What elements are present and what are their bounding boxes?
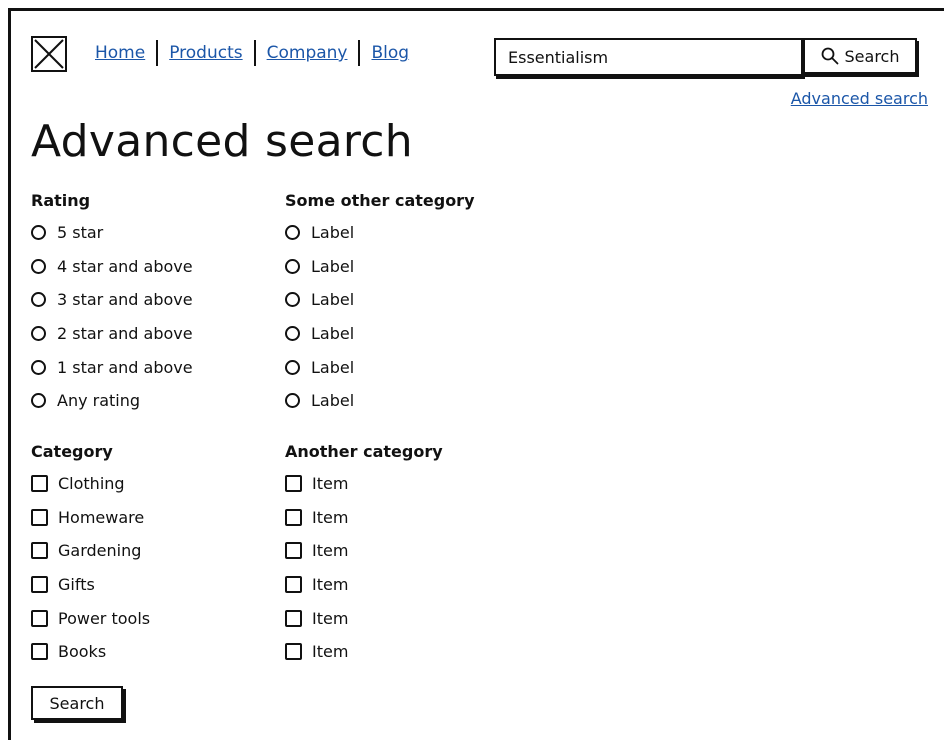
another-category-option-label: Item: [312, 642, 349, 662]
category-title: Category: [31, 442, 113, 461]
submit-search-button[interactable]: Search: [31, 686, 123, 720]
radio-empty-icon[interactable]: [285, 326, 300, 342]
nav-link-company[interactable]: Company: [267, 43, 348, 63]
other-category-title: Some other category: [285, 191, 475, 210]
other-category-option-label: Label: [311, 357, 355, 377]
category-option[interactable]: Power tools: [31, 601, 271, 635]
rating-option-label: 2 star and above: [57, 324, 193, 344]
another-category-title: Another category: [285, 442, 443, 461]
rating-option-label: 3 star and above: [57, 290, 193, 310]
another-category-option[interactable]: Item: [285, 601, 545, 635]
other-category-option-label: Label: [311, 223, 355, 243]
nav-separator: [358, 40, 361, 66]
radio-empty-icon[interactable]: [285, 359, 300, 375]
other-category-option[interactable]: Label: [285, 350, 545, 384]
other-category-option-label: Label: [311, 290, 355, 310]
other-category-option-label: Label: [311, 391, 355, 411]
radio-empty-icon[interactable]: [285, 393, 300, 409]
another-category-option-label: Item: [312, 608, 349, 628]
radio-empty-icon[interactable]: [31, 225, 46, 241]
category-option-label: Clothing: [58, 474, 125, 494]
radio-empty-icon[interactable]: [31, 393, 46, 409]
radio-empty-icon[interactable]: [31, 359, 46, 375]
advanced-search-link[interactable]: Advanced search: [791, 89, 928, 108]
checkbox-empty-icon[interactable]: [31, 643, 48, 661]
other-category-option-label: Label: [311, 256, 355, 276]
nav-link-home[interactable]: Home: [95, 43, 145, 63]
checkbox-empty-icon[interactable]: [31, 576, 48, 594]
other-category-group: Some other category Label Label Label La…: [285, 186, 545, 418]
another-category-option[interactable]: Item: [285, 467, 545, 501]
checkbox-empty-icon[interactable]: [31, 508, 48, 526]
search-button[interactable]: Search: [803, 38, 917, 74]
checkbox-empty-icon[interactable]: [31, 475, 48, 493]
radio-empty-icon[interactable]: [31, 258, 46, 274]
another-category-option[interactable]: Item: [285, 534, 545, 568]
category-option[interactable]: Gardening: [31, 534, 271, 568]
checkbox-empty-icon[interactable]: [285, 542, 302, 560]
checkbox-empty-icon[interactable]: [285, 609, 302, 627]
rating-option[interactable]: 5 star: [31, 216, 271, 250]
rating-option-label: 1 star and above: [57, 357, 193, 377]
rating-option-label: 4 star and above: [57, 256, 193, 276]
search-input[interactable]: [494, 38, 803, 76]
another-category-option-label: Item: [312, 541, 349, 561]
category-option[interactable]: Clothing: [31, 467, 271, 501]
checkbox-empty-icon[interactable]: [285, 576, 302, 594]
checkbox-empty-icon[interactable]: [285, 475, 302, 493]
another-category-option[interactable]: Item: [285, 501, 545, 535]
rating-option[interactable]: 4 star and above: [31, 250, 271, 284]
radio-empty-icon[interactable]: [31, 326, 46, 342]
category-option[interactable]: Homeware: [31, 501, 271, 535]
checkbox-empty-icon[interactable]: [31, 609, 48, 627]
radio-empty-icon[interactable]: [285, 292, 300, 308]
category-option-label: Gardening: [58, 541, 142, 561]
checkbox-empty-icon[interactable]: [285, 643, 302, 661]
category-option-label: Gifts: [58, 575, 95, 595]
other-category-option[interactable]: Label: [285, 283, 545, 317]
radio-empty-icon[interactable]: [285, 258, 300, 274]
rating-group: Rating 5 star 4 star and above 3 star an…: [31, 186, 271, 418]
radio-empty-icon[interactable]: [285, 225, 300, 241]
nav-link-blog[interactable]: Blog: [371, 43, 409, 63]
category-group: Category Clothing Homeware Gardening Gif…: [31, 437, 271, 669]
category-option-label: Books: [58, 642, 107, 662]
other-category-option[interactable]: Label: [285, 216, 545, 250]
main-nav: Home Products Company Blog: [95, 40, 409, 66]
page-title: Advanced search: [31, 116, 413, 167]
checkbox-empty-icon[interactable]: [31, 542, 48, 560]
another-category-group: Another category Item Item Item Item Ite…: [285, 437, 545, 669]
another-category-option[interactable]: Item: [285, 635, 545, 669]
other-category-option[interactable]: Label: [285, 317, 545, 351]
category-option-label: Power tools: [58, 608, 151, 628]
rating-option-label: 5 star: [57, 223, 104, 243]
rating-option[interactable]: 3 star and above: [31, 283, 271, 317]
other-category-option[interactable]: Label: [285, 250, 545, 284]
rating-option[interactable]: 1 star and above: [31, 350, 271, 384]
rating-option[interactable]: Any rating: [31, 384, 271, 418]
rating-option[interactable]: 2 star and above: [31, 317, 271, 351]
checkbox-empty-icon[interactable]: [285, 508, 302, 526]
search-icon: [821, 47, 838, 65]
other-category-option[interactable]: Label: [285, 384, 545, 418]
another-category-option-label: Item: [312, 507, 349, 527]
rating-title: Rating: [31, 191, 91, 210]
rating-option-label: Any rating: [57, 391, 141, 411]
another-category-option[interactable]: Item: [285, 568, 545, 602]
search-button-label: Search: [844, 46, 900, 66]
nav-link-products[interactable]: Products: [169, 43, 242, 63]
radio-empty-icon[interactable]: [31, 292, 46, 308]
other-category-option-label: Label: [311, 324, 355, 344]
nav-separator: [253, 40, 256, 66]
another-category-option-label: Item: [312, 575, 349, 595]
category-option[interactable]: Gifts: [31, 568, 271, 602]
logo-placeholder-icon[interactable]: [31, 36, 67, 72]
nav-separator: [156, 40, 159, 66]
another-category-option-label: Item: [312, 474, 349, 494]
category-option-label: Homeware: [58, 507, 145, 527]
category-option[interactable]: Books: [31, 635, 271, 669]
